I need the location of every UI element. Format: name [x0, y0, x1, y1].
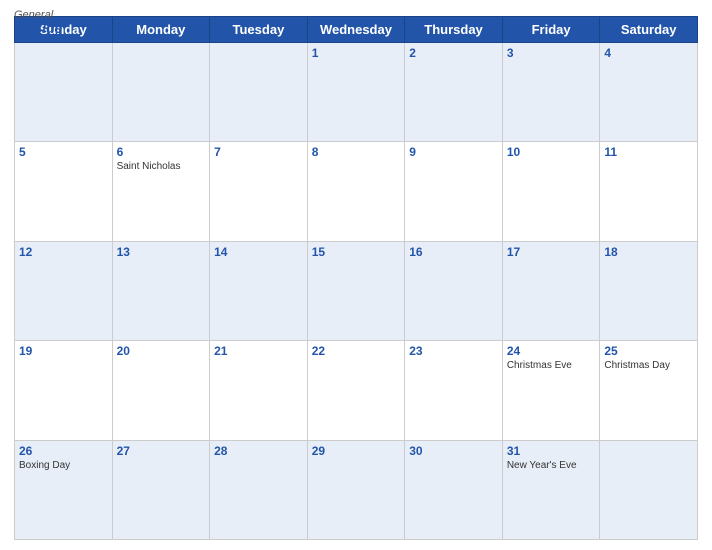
- calendar-cell: 30: [405, 440, 503, 539]
- calendar-cell: 24 Christmas Eve: [502, 341, 600, 440]
- calendar-cell: 14: [210, 241, 308, 340]
- calendar-cell: 25 Christmas Day: [600, 341, 698, 440]
- weekday-header-tuesday: Tuesday: [210, 17, 308, 43]
- calendar-cell: 21: [210, 341, 308, 440]
- calendar-cell: 3: [502, 43, 600, 142]
- calendar-cell: 28: [210, 440, 308, 539]
- day-number: 12: [19, 245, 108, 259]
- day-number: 10: [507, 145, 596, 159]
- calendar-cell: 7: [210, 142, 308, 241]
- day-number: 24: [507, 344, 596, 358]
- day-number: 2: [409, 46, 498, 60]
- logo: General Blue: [14, 10, 62, 35]
- logo-bird-icon: [14, 21, 30, 35]
- holiday-name: Christmas Day: [604, 360, 693, 371]
- calendar-cell: [15, 43, 113, 142]
- calendar-cell: 12: [15, 241, 113, 340]
- calendar-week-row-4: 19 20 21 22 23 24 Christmas Eve 25 Christmas Day: [15, 341, 698, 440]
- calendar-cell: 23: [405, 341, 503, 440]
- calendar-cell: 1: [307, 43, 405, 142]
- day-number: 6: [117, 145, 206, 159]
- day-number: 23: [409, 344, 498, 358]
- calendar-cell: 27: [112, 440, 210, 539]
- calendar-week-row-5: 26 Boxing Day 27 28 29 30 31 New Year's Eve: [15, 440, 698, 539]
- calendar-cell: 2: [405, 43, 503, 142]
- calendar-cell: [112, 43, 210, 142]
- calendar-table: SundayMondayTuesdayWednesdayThursdayFrid…: [14, 16, 698, 540]
- holiday-name: Saint Nicholas: [117, 161, 206, 172]
- holiday-name: New Year's Eve: [507, 460, 596, 471]
- calendar-cell: [210, 43, 308, 142]
- day-number: 17: [507, 245, 596, 259]
- calendar-cell: 15: [307, 241, 405, 340]
- day-number: 13: [117, 245, 206, 259]
- weekday-header-thursday: Thursday: [405, 17, 503, 43]
- day-number: 31: [507, 444, 596, 458]
- day-number: 11: [604, 145, 693, 159]
- day-number: 29: [312, 444, 401, 458]
- weekday-header-friday: Friday: [502, 17, 600, 43]
- logo-blue: Blue: [14, 21, 62, 35]
- day-number: 1: [312, 46, 401, 60]
- calendar-cell: 11: [600, 142, 698, 241]
- day-number: 15: [312, 245, 401, 259]
- day-number: 7: [214, 145, 303, 159]
- day-number: 14: [214, 245, 303, 259]
- calendar-cell: 29: [307, 440, 405, 539]
- weekday-header-row: SundayMondayTuesdayWednesdayThursdayFrid…: [15, 17, 698, 43]
- day-number: 9: [409, 145, 498, 159]
- calendar-cell: 8: [307, 142, 405, 241]
- day-number: 18: [604, 245, 693, 259]
- day-number: 8: [312, 145, 401, 159]
- day-number: 20: [117, 344, 206, 358]
- calendar-container: General Blue SundayMondayTuesdayWednesda…: [0, 0, 712, 550]
- day-number: 4: [604, 46, 693, 60]
- holiday-name: Christmas Eve: [507, 360, 596, 371]
- calendar-cell: 20: [112, 341, 210, 440]
- calendar-cell: 9: [405, 142, 503, 241]
- day-number: 3: [507, 46, 596, 60]
- day-number: 21: [214, 344, 303, 358]
- calendar-week-row-3: 12 13 14 15 16 17 18: [15, 241, 698, 340]
- day-number: 26: [19, 444, 108, 458]
- weekday-header-saturday: Saturday: [600, 17, 698, 43]
- calendar-cell: 19: [15, 341, 113, 440]
- calendar-cell: 13: [112, 241, 210, 340]
- calendar-week-row-2: 56 Saint Nicholas 789 10 11: [15, 142, 698, 241]
- calendar-cell: 26 Boxing Day: [15, 440, 113, 539]
- calendar-cell: 6 Saint Nicholas: [112, 142, 210, 241]
- calendar-cell: 18: [600, 241, 698, 340]
- day-number: 28: [214, 444, 303, 458]
- calendar-cell: 4: [600, 43, 698, 142]
- calendar-week-row-1: 1234: [15, 43, 698, 142]
- calendar-cell: 5: [15, 142, 113, 241]
- calendar-cell: 17: [502, 241, 600, 340]
- day-number: 27: [117, 444, 206, 458]
- day-number: 5: [19, 145, 108, 159]
- weekday-header-monday: Monday: [112, 17, 210, 43]
- calendar-cell: 10: [502, 142, 600, 241]
- day-number: 19: [19, 344, 108, 358]
- day-number: 16: [409, 245, 498, 259]
- calendar-cell: 22: [307, 341, 405, 440]
- weekday-header-wednesday: Wednesday: [307, 17, 405, 43]
- calendar-cell: 16: [405, 241, 503, 340]
- day-number: 22: [312, 344, 401, 358]
- calendar-cell: [600, 440, 698, 539]
- day-number: 25: [604, 344, 693, 358]
- holiday-name: Boxing Day: [19, 460, 108, 471]
- calendar-cell: 31 New Year's Eve: [502, 440, 600, 539]
- day-number: 30: [409, 444, 498, 458]
